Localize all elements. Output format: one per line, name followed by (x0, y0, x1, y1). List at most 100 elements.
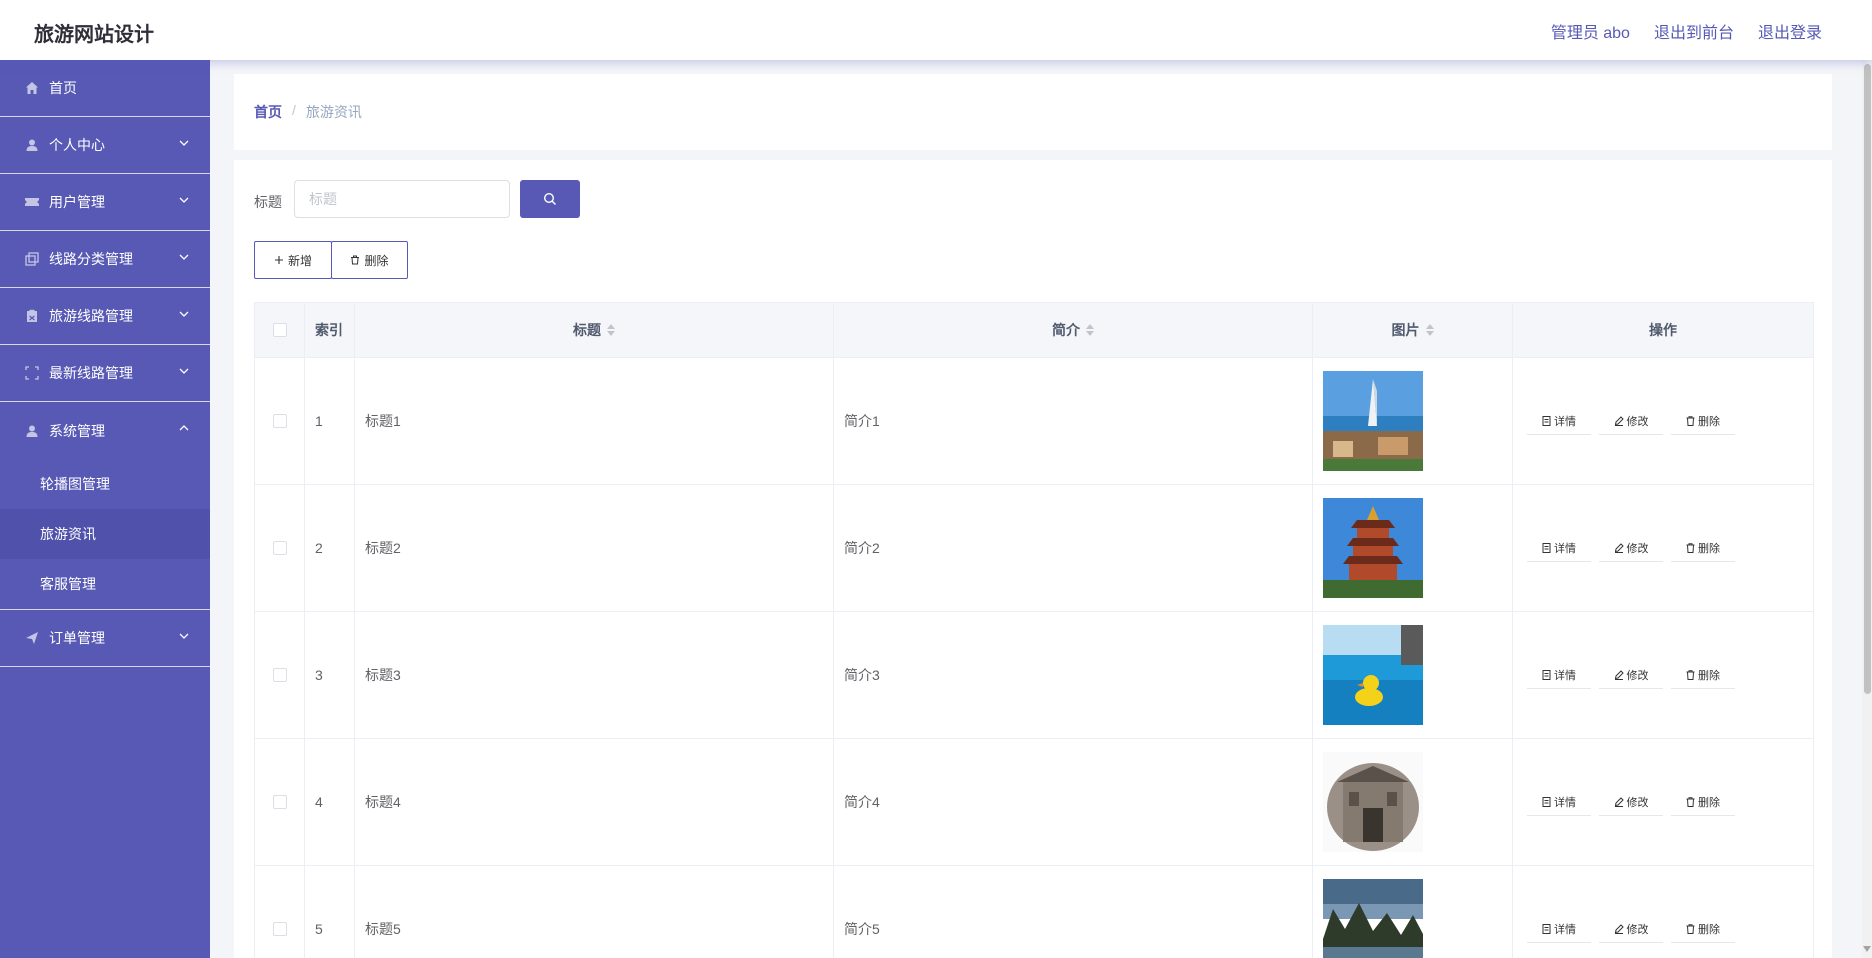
sidebar: 首页 个人中心 用户管理 线路分类管理 旅游线路管理 最新线路管理 系统管理 轮… (0, 60, 210, 958)
detail-button[interactable]: 详情 (1527, 788, 1591, 816)
sidebar-subitem-carousel[interactable]: 轮播图管理 (0, 459, 210, 509)
header-index-label: 索引 (315, 322, 343, 338)
table-header-row: 索引 标题 简介 图片 操作 (255, 303, 1814, 358)
row-index: 4 (305, 739, 355, 865)
app-title: 旅游网站设计 (34, 24, 154, 46)
row-delete-button[interactable]: 删除 (1671, 788, 1735, 816)
edit-button[interactable]: 修改 (1599, 661, 1663, 689)
row-delete-button[interactable]: 删除 (1671, 661, 1735, 689)
document-icon (1542, 923, 1551, 934)
row-checkbox[interactable] (272, 795, 287, 809)
row-thumbnail[interactable] (1323, 625, 1423, 725)
row-select-cell (255, 485, 305, 611)
edit-button[interactable]: 修改 (1599, 407, 1663, 435)
header-intro-label: 简介 (1052, 322, 1080, 338)
row-checkbox[interactable] (272, 541, 287, 555)
row-ops: 详情 修改 删除 (1513, 739, 1814, 865)
row-delete-button[interactable]: 删除 (1671, 407, 1735, 435)
row-checkbox[interactable] (272, 922, 287, 936)
main-content: 首页 / 旅游资讯 标题 新增 删除 索引 标题 简介 图片 操作 (210, 60, 1862, 958)
search-label: 标题 (254, 194, 282, 210)
title-search-input[interactable] (294, 180, 510, 218)
row-intro: 简介1 (834, 358, 1313, 484)
sidebar-item-personal-center[interactable]: 个人中心 (0, 117, 210, 174)
detail-button[interactable]: 详情 (1527, 661, 1591, 689)
sidebar-item-label: 最新线路管理 (49, 365, 133, 381)
add-button[interactable]: 新增 (254, 241, 332, 279)
edit-button[interactable]: 修改 (1599, 534, 1663, 562)
edit-button[interactable]: 修改 (1599, 788, 1663, 816)
row-image-cell (1313, 866, 1513, 958)
breadcrumb-current: 旅游资讯 (305, 104, 362, 120)
breadcrumb: 首页 / 旅游资讯 (254, 102, 362, 122)
header-title-label: 标题 (573, 322, 601, 338)
breadcrumb-home[interactable]: 首页 (254, 102, 282, 122)
row-checkbox[interactable] (272, 668, 287, 682)
logout-link[interactable]: 退出登录 (1758, 19, 1822, 43)
header-intro[interactable]: 简介 (834, 303, 1313, 357)
trash-icon (1686, 923, 1695, 934)
row-thumbnail[interactable] (1323, 498, 1423, 598)
sidebar-item-user-management[interactable]: 用户管理 (0, 174, 210, 231)
row-thumbnail[interactable] (1323, 879, 1423, 958)
add-button-label: 新增 (287, 253, 312, 268)
sidebar-item-latest-routes[interactable]: 最新线路管理 (0, 345, 210, 402)
sidebar-subitem-travel-news[interactable]: 旅游资讯 (0, 509, 210, 559)
edit-icon (1614, 796, 1624, 807)
delete-label: 删除 (1698, 796, 1720, 809)
table-row: 2 标题2 简介2 详情 修改 删除 (255, 485, 1814, 612)
sort-icon[interactable] (1425, 324, 1434, 336)
sidebar-item-label: 旅游线路管理 (49, 308, 133, 324)
edit-icon (1614, 923, 1624, 934)
detail-button[interactable]: 详情 (1527, 407, 1591, 435)
detail-button[interactable]: 详情 (1527, 534, 1591, 562)
detail-label: 详情 (1554, 796, 1576, 809)
delete-button-label: 删除 (364, 253, 389, 268)
row-checkbox[interactable] (272, 414, 287, 428)
row-title: 标题5 (355, 866, 834, 958)
sidebar-item-home[interactable]: 首页 (0, 60, 210, 117)
search-button[interactable] (520, 180, 580, 218)
row-ops: 详情 修改 删除 (1513, 358, 1814, 484)
row-delete-button[interactable]: 删除 (1671, 915, 1735, 943)
header-image[interactable]: 图片 (1313, 303, 1513, 357)
row-delete-button[interactable]: 删除 (1671, 534, 1735, 562)
edit-label: 修改 (1626, 669, 1649, 682)
header-title[interactable]: 标题 (355, 303, 834, 357)
trash-icon (1686, 796, 1695, 807)
sidebar-item-system-management[interactable]: 系统管理 (0, 402, 210, 459)
user-icon (24, 423, 40, 439)
exit-to-front-link[interactable]: 退出到前台 (1654, 19, 1734, 43)
select-all-checkbox[interactable] (272, 323, 287, 337)
sidebar-item-route-category[interactable]: 线路分类管理 (0, 231, 210, 288)
scrollbar-thumb[interactable] (1864, 64, 1871, 694)
row-thumbnail[interactable] (1323, 752, 1423, 852)
sort-icon[interactable] (607, 324, 615, 336)
row-image-cell (1313, 739, 1513, 865)
detail-label: 详情 (1554, 923, 1576, 936)
admin-label[interactable]: 管理员 abo (1551, 19, 1630, 43)
row-index: 2 (305, 485, 355, 611)
scroll-down-arrow-icon[interactable] (1863, 946, 1871, 956)
sidebar-item-order-management[interactable]: 订单管理 (0, 610, 210, 667)
delete-button[interactable]: 删除 (331, 241, 408, 279)
row-image-cell (1313, 358, 1513, 484)
chevron-down-icon (179, 368, 189, 374)
sidebar-subitem-customer-service[interactable]: 客服管理 (0, 559, 210, 609)
document-icon (1542, 796, 1551, 807)
page-scrollbar[interactable] (1862, 60, 1872, 958)
table-row: 3 标题3 简介3 详情 修改 删除 (255, 612, 1814, 739)
row-select-cell (255, 612, 305, 738)
row-index: 3 (305, 612, 355, 738)
chevron-down-icon (179, 311, 189, 317)
row-thumbnail[interactable] (1323, 371, 1423, 471)
sidebar-item-label: 用户管理 (49, 194, 105, 210)
user-icon (24, 137, 40, 153)
frame-icon (24, 365, 40, 381)
detail-button[interactable]: 详情 (1527, 915, 1591, 943)
chevron-up-icon (179, 425, 189, 431)
sort-icon[interactable] (1086, 324, 1094, 336)
sidebar-item-travel-routes[interactable]: 旅游线路管理 (0, 288, 210, 345)
edit-button[interactable]: 修改 (1599, 915, 1663, 943)
header-image-label: 图片 (1391, 322, 1420, 338)
